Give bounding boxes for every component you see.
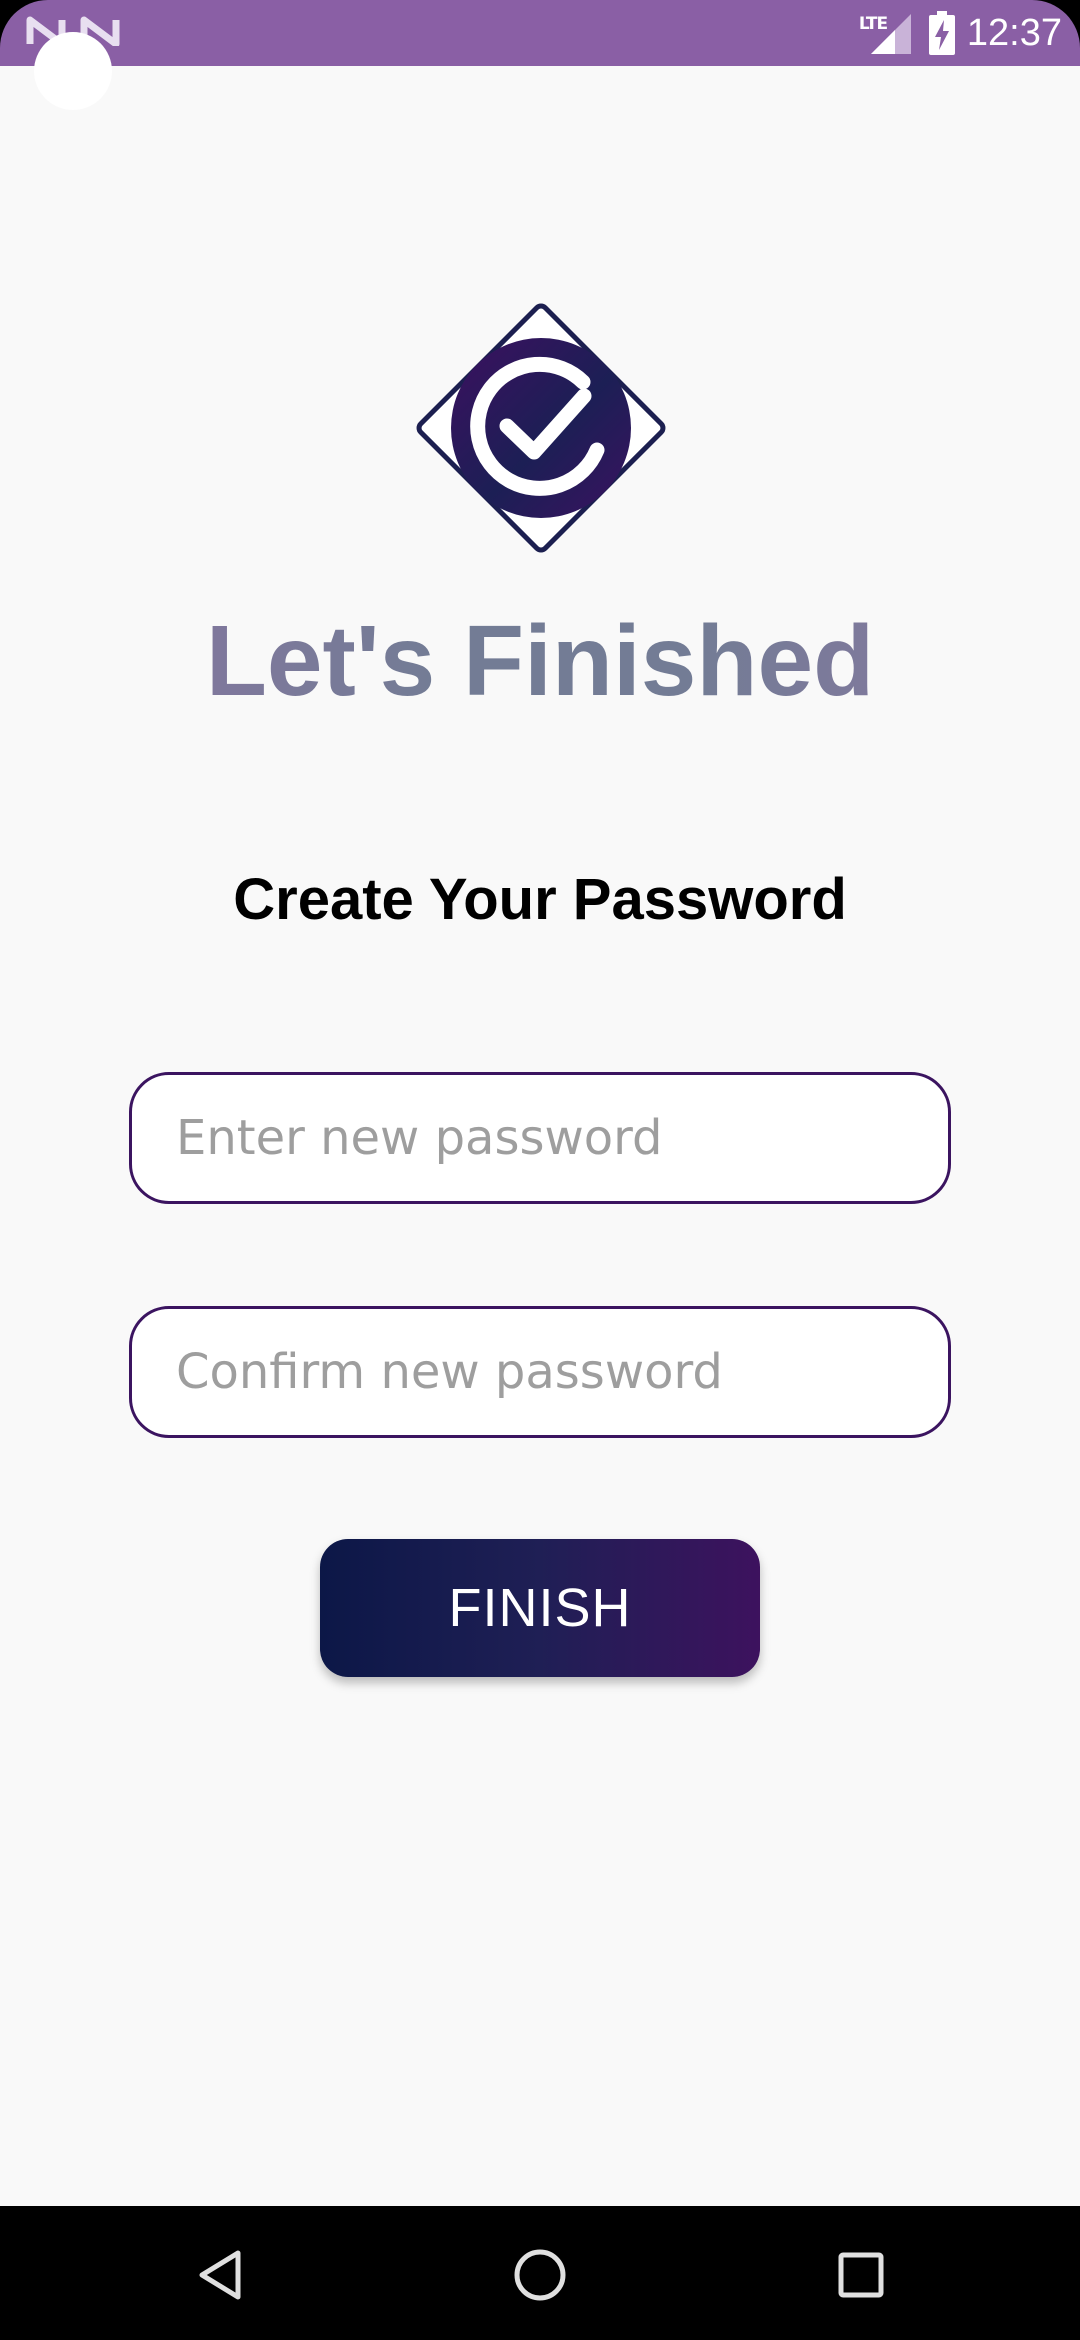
home-button[interactable] [495, 2230, 585, 2320]
check-circle-diamond-logo [416, 303, 666, 553]
recents-square-icon [838, 2252, 884, 2298]
app-content: Let's Finished Create Your Password FINI… [0, 66, 1080, 2206]
new-password-input[interactable] [174, 1109, 948, 1167]
camera-cutout [34, 32, 112, 110]
confirm-password-field[interactable] [129, 1306, 951, 1438]
back-triangle-icon [199, 2250, 241, 2300]
battery-charging-icon [928, 11, 955, 55]
app-title: Let's Finished [0, 606, 1080, 716]
finish-button[interactable]: FINISH [320, 1539, 760, 1677]
clock: 12:37 [966, 11, 1062, 54]
status-indicators: LTE 12:37 [859, 8, 1062, 58]
new-password-field[interactable] [129, 1072, 951, 1204]
signal-icon [870, 14, 911, 54]
status-bar: LTE 12:37 [0, 0, 1080, 66]
phone-screen: LTE 12:37 Let's Finished Create Your Pas… [0, 0, 1080, 2340]
page-heading: Create Your Password [233, 867, 847, 932]
recents-button[interactable] [816, 2230, 906, 2320]
navigation-bar [0, 2206, 1080, 2340]
confirm-password-input[interactable] [174, 1343, 948, 1401]
back-button[interactable] [177, 2230, 267, 2320]
signal-indicator: LTE [859, 10, 917, 56]
home-circle-icon [514, 2249, 566, 2301]
